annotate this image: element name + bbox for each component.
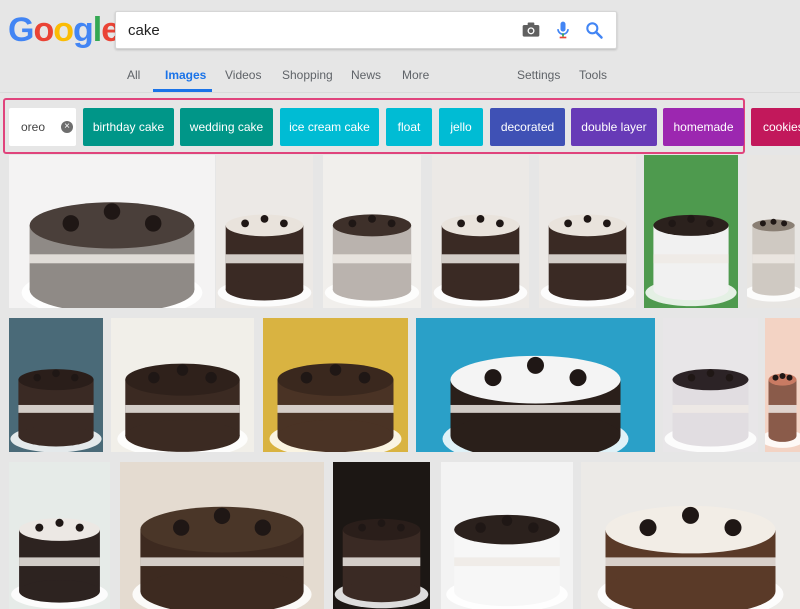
search-input[interactable] bbox=[128, 12, 508, 48]
tools-link[interactable]: Tools bbox=[579, 68, 607, 82]
chip-double-layer-label: double layer bbox=[581, 120, 647, 134]
chip-birthday-cake[interactable]: birthday cake bbox=[83, 108, 174, 146]
camera-icon[interactable] bbox=[521, 20, 541, 40]
image-result-tile[interactable] bbox=[333, 462, 430, 609]
image-result-tile[interactable] bbox=[323, 155, 421, 308]
cake-image bbox=[597, 505, 784, 609]
chip-homemade-label: homemade bbox=[673, 120, 734, 134]
image-result-tile[interactable] bbox=[120, 462, 324, 609]
image-result-tile[interactable] bbox=[9, 155, 215, 308]
clear-chip-icon[interactable]: × bbox=[61, 121, 73, 133]
chip-wedding-cake-label: wedding cake bbox=[189, 120, 264, 134]
logo-letter-o1: o bbox=[33, 11, 54, 49]
cake-image bbox=[11, 518, 108, 609]
image-result-tile[interactable] bbox=[216, 155, 313, 308]
header-divider bbox=[0, 92, 800, 93]
chip-jello[interactable]: jello bbox=[439, 108, 483, 146]
tab-shopping[interactable]: Shopping bbox=[282, 68, 333, 82]
image-result-tile[interactable] bbox=[111, 318, 254, 452]
cake-image bbox=[747, 218, 800, 302]
chip-float[interactable]: float bbox=[386, 108, 432, 146]
chip-jello-label: jello bbox=[450, 120, 472, 134]
cake-image bbox=[765, 373, 800, 448]
image-result-tile[interactable] bbox=[581, 462, 800, 609]
chip-homemade[interactable]: homemade bbox=[663, 108, 744, 146]
image-result-tile[interactable] bbox=[747, 155, 800, 308]
cake-image bbox=[10, 369, 102, 452]
cake-image bbox=[132, 506, 312, 609]
image-result-tile[interactable] bbox=[432, 155, 529, 308]
chip-cookies[interactable]: cookies bbox=[751, 108, 800, 146]
google-logo[interactable]: Google bbox=[8, 8, 120, 52]
cake-image bbox=[117, 363, 248, 452]
logo-letter-g2: g bbox=[73, 11, 94, 49]
logo-letter-l: l bbox=[92, 11, 103, 49]
logo-letter-o2: o bbox=[53, 11, 74, 49]
cake-image bbox=[334, 518, 429, 609]
search-icon[interactable] bbox=[584, 20, 604, 40]
chip-double-layer[interactable]: double layer bbox=[571, 108, 657, 146]
cake-image bbox=[645, 214, 737, 307]
cake-image bbox=[442, 355, 629, 452]
tab-news[interactable]: News bbox=[351, 68, 381, 82]
cake-image bbox=[664, 369, 757, 452]
chip-oreo-label: oreo bbox=[21, 120, 46, 134]
cake-image bbox=[21, 202, 203, 308]
image-result-tile[interactable] bbox=[539, 155, 636, 308]
image-result-tile[interactable] bbox=[416, 318, 655, 452]
image-result-tile[interactable] bbox=[263, 318, 408, 452]
cake-image bbox=[324, 214, 420, 307]
chip-oreo[interactable]: oreo × bbox=[9, 108, 76, 146]
settings-link[interactable]: Settings bbox=[517, 68, 560, 82]
chip-decorated-label: decorated bbox=[500, 120, 555, 134]
tab-more[interactable]: More bbox=[402, 68, 429, 82]
chip-decorated[interactable]: decorated bbox=[490, 108, 565, 146]
chip-ice-cream-cake-label: ice cream cake bbox=[289, 120, 370, 134]
chip-ice-cream-cake[interactable]: ice cream cake bbox=[280, 108, 379, 146]
chip-cookies-label: cookies bbox=[763, 120, 800, 134]
chip-birthday-cake-label: birthday cake bbox=[92, 120, 165, 134]
image-result-tile[interactable] bbox=[9, 318, 103, 452]
cake-image bbox=[269, 363, 402, 452]
image-result-tile[interactable] bbox=[765, 318, 800, 452]
image-result-tile[interactable] bbox=[663, 318, 758, 452]
chip-float-label: float bbox=[397, 120, 421, 134]
cake-image bbox=[217, 214, 312, 307]
logo-letter-g: G bbox=[8, 11, 34, 49]
cake-image bbox=[433, 214, 528, 307]
image-result-tile[interactable] bbox=[644, 155, 738, 308]
image-result-tile[interactable] bbox=[441, 462, 573, 609]
search-box[interactable] bbox=[115, 11, 617, 49]
tab-images[interactable]: Images bbox=[165, 68, 206, 82]
tab-all[interactable]: All bbox=[127, 68, 140, 82]
cake-image bbox=[540, 214, 635, 307]
chip-wedding-cake[interactable]: wedding cake bbox=[180, 108, 273, 146]
cake-image bbox=[446, 514, 568, 609]
image-result-tile[interactable] bbox=[9, 462, 110, 609]
tab-videos[interactable]: Videos bbox=[225, 68, 261, 82]
microphone-icon[interactable] bbox=[553, 20, 573, 40]
